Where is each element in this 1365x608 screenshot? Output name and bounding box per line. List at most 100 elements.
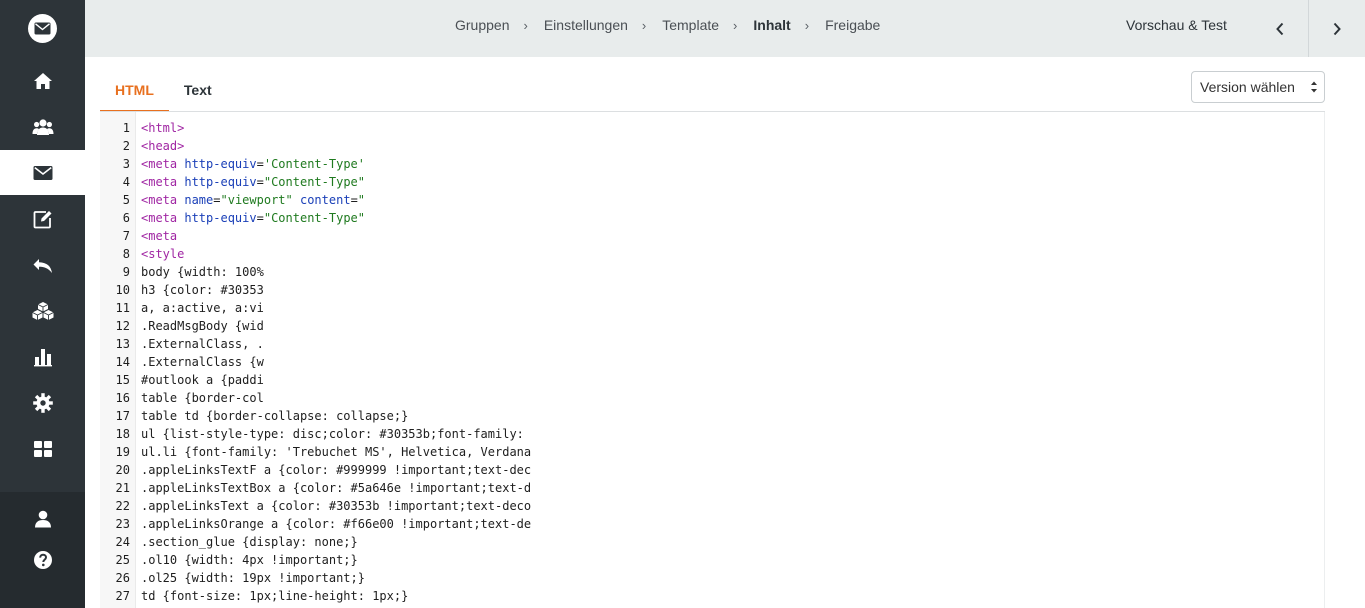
code-lines: 1 <html> 2 <head> 3 <meta http-equiv='Content… <box>100 119 532 605</box>
code-line: 12 .ReadMsgBody {wid <box>100 317 531 335</box>
code-line: 24 .section_glue {display: none;} <box>100 533 531 551</box>
line-number: 16 <box>115 391 130 405</box>
code-token: .ol25 {width: 19px !important;} <box>141 571 365 585</box>
line-number: 11 <box>115 301 130 315</box>
code-token: .appleLinksOrange a {color: #f66e00 !imp… <box>141 517 532 531</box>
chevron-right-icon: › <box>523 17 528 33</box>
code-text: <style <box>136 245 184 263</box>
code-text: a, a:active, a:vi <box>136 299 264 317</box>
code-token: ul {list-style-type: disc;color: #30353b… <box>141 427 524 441</box>
code-token: <style <box>141 247 185 261</box>
breadcrumb-step-release[interactable]: Freigabe <box>825 17 880 33</box>
line-number: 5 <box>122 193 130 207</box>
chevron-right-icon <box>1333 22 1341 35</box>
code-line: 4 <meta http-equiv="Content-Type" <box>100 173 531 191</box>
preview-test-link[interactable]: Vorschau & Test <box>1126 17 1227 33</box>
next-step-button[interactable] <box>1308 0 1365 57</box>
code-token: = <box>256 211 264 225</box>
code-token: body {width: 100% <box>141 265 264 279</box>
tab-html[interactable]: HTML <box>100 72 169 112</box>
code-token: .ExternalClass, . <box>141 337 264 351</box>
code-line: 17 table td {border-collapse: collapse;} <box>100 407 531 425</box>
code-token: .ReadMsgBody {wid <box>141 319 264 333</box>
code-line: 8 <style <box>100 245 531 263</box>
sidebar-item-replies[interactable] <box>0 242 85 287</box>
sidebar-item-help[interactable] <box>0 537 85 582</box>
code-line: 15 #outlook a {paddi <box>100 371 531 389</box>
line-number: 20 <box>115 463 130 477</box>
code-editor[interactable]: 1 <html> 2 <head> 3 <meta http-equiv='Content… <box>100 112 1325 608</box>
code-token: .appleLinksTextF a {color: #999999 !impo… <box>141 463 532 477</box>
code-line: 16 table {border-col <box>100 389 531 407</box>
select-arrows-icon <box>1311 81 1317 93</box>
code-token: .ol10 {width: 4px !important;} <box>141 553 358 567</box>
line-number: 7 <box>122 229 130 243</box>
chevron-right-icon: › <box>804 17 810 33</box>
breadcrumb-step-content[interactable]: Inhalt <box>753 17 790 33</box>
line-number: 27 <box>115 589 130 603</box>
code-token: http-equiv <box>184 157 257 171</box>
code-text: .appleLinksTextBox a {color: #5a646e !im… <box>136 479 531 497</box>
sidebar-item-account[interactable] <box>0 496 85 541</box>
previous-step-button[interactable] <box>1251 0 1308 57</box>
code-token: http-equiv <box>184 175 257 189</box>
code-token: name <box>184 193 214 207</box>
envelope-icon <box>33 165 52 180</box>
bar-chart-icon <box>33 348 52 366</box>
code-line: 3 <meta http-equiv='Content-Type' <box>100 155 531 173</box>
code-text: .ol10 {width: 4px !important;} <box>136 551 358 569</box>
version-select[interactable]: Version wählen <box>1191 71 1325 103</box>
code-token: .appleLinksTextBox a {color: #5a646e !im… <box>141 481 532 495</box>
code-text: table {border-col <box>136 389 264 407</box>
code-line: 1 <html> <box>100 119 531 137</box>
breadcrumb: Gruppen › Einstellungen › Template › Inh… <box>455 0 880 50</box>
code-token: .section_glue {display: none;} <box>141 535 358 549</box>
code-text: .ExternalClass {w <box>136 353 264 371</box>
breadcrumb-step-settings[interactable]: Einstellungen <box>544 17 628 33</box>
line-number: 6 <box>122 211 130 225</box>
code-text: .appleLinksTextF a {color: #999999 !impo… <box>136 461 531 479</box>
sidebar-item-settings[interactable] <box>0 380 85 425</box>
line-number: 18 <box>115 427 130 441</box>
code-text: .ol25 {width: 19px !important;} <box>136 569 365 587</box>
code-token: a, a:active, a:vi <box>141 301 264 315</box>
sidebar-item-home[interactable] <box>0 58 85 103</box>
home-icon <box>33 72 52 89</box>
code-line: 5 <meta name="viewport" content=" <box>100 191 531 209</box>
code-token: .ExternalClass {w <box>141 355 264 369</box>
code-line: 2 <head> <box>100 137 531 155</box>
line-number: 1 <box>122 121 130 135</box>
app-root: Gruppen › Einstellungen › Template › Inh… <box>0 0 1365 608</box>
code-text: <meta http-equiv="Content-Type" <box>136 173 365 191</box>
code-token: <meta <box>141 211 185 225</box>
code-text: .section_glue {display: none;} <box>136 533 358 551</box>
line-number: 15 <box>115 373 130 387</box>
breadcrumb-step-template[interactable]: Template <box>662 17 719 33</box>
breadcrumb-step-groups[interactable]: Gruppen <box>455 17 509 33</box>
sidebar-item-editor[interactable] <box>0 196 85 241</box>
code-line: 22 .appleLinksText a {color: #30353b !imp… <box>100 497 532 515</box>
line-number: 24 <box>115 535 130 549</box>
line-number: 21 <box>115 481 130 495</box>
sidebar-item-dashboard[interactable] <box>0 426 85 471</box>
sidebar-item-groups[interactable] <box>0 104 85 149</box>
logo-envelope-icon[interactable] <box>28 14 57 43</box>
code-line: 7 <meta <box>100 227 531 245</box>
sidebar-item-mailings[interactable] <box>0 150 85 195</box>
code-text: <html> <box>136 119 184 137</box>
sidebar <box>0 0 85 608</box>
code-token: .appleLinksText a {color: #30353b !impor… <box>141 499 532 513</box>
code-text: .ExternalClass, . <box>136 335 264 353</box>
tab-text[interactable]: Text <box>169 72 227 112</box>
sidebar-item-modules[interactable] <box>0 288 85 333</box>
users-icon <box>32 118 53 135</box>
edit-icon <box>33 210 51 228</box>
line-number: 19 <box>115 445 130 459</box>
code-line: 9 body {width: 100% <box>100 263 531 281</box>
line-number: 23 <box>115 517 130 531</box>
code-line: 6 <meta http-equiv="Content-Type" <box>100 209 531 227</box>
code-token: " <box>357 193 366 207</box>
sidebar-item-statistics[interactable] <box>0 334 85 379</box>
code-line: 25 .ol10 {width: 4px !important;} <box>100 551 531 569</box>
